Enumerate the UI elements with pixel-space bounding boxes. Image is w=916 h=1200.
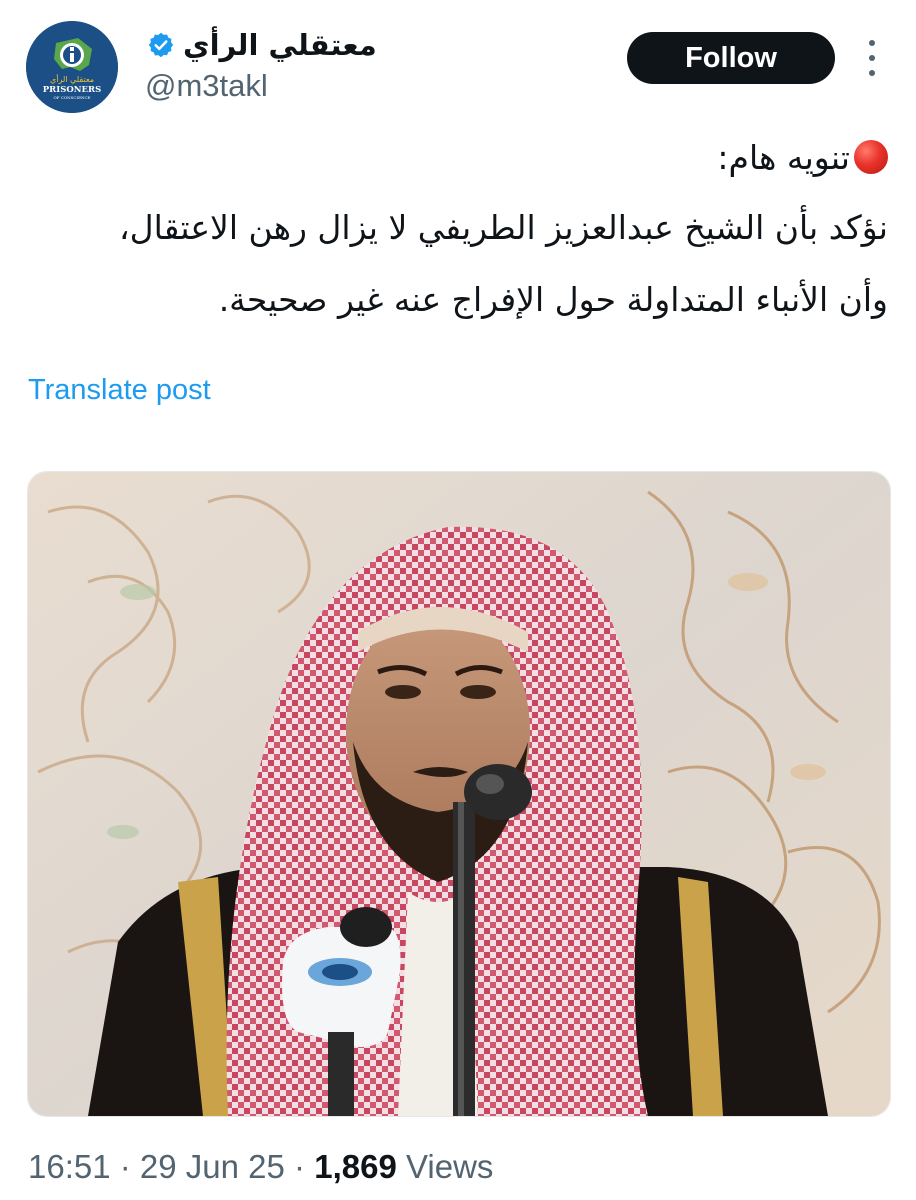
logo-sub-text: OF CONSCIENCE: [54, 95, 91, 100]
more-options-icon[interactable]: [862, 40, 882, 76]
follow-button[interactable]: Follow: [627, 32, 835, 84]
views-count[interactable]: 1,869: [314, 1148, 397, 1185]
logo-arabic-text: معتقلي الرأي: [50, 74, 94, 84]
display-name: معتقلي الرأي: [183, 28, 377, 62]
tweet-line-2: نؤكد بأن الشيخ عبدالعزيز الطريفي لا يزال…: [118, 208, 888, 247]
logo-latin-text: PRISONERS: [43, 85, 101, 95]
tweet-view: معتقلي الرأي PRISONERS OF CONSCIENCE معت…: [0, 0, 916, 1200]
avatar[interactable]: معتقلي الرأي PRISONERS OF CONSCIENCE: [26, 21, 118, 113]
meta-separator: ·: [110, 1148, 140, 1185]
prisoners-of-conscience-logo: معتقلي الرأي PRISONERS OF CONSCIENCE: [26, 21, 118, 113]
tweet-media-photo[interactable]: [27, 471, 891, 1117]
speaker-photo: [28, 472, 890, 1116]
views-label: Views: [396, 1148, 494, 1185]
tweet-time[interactable]: 16:51: [28, 1148, 111, 1185]
tweet-text: تنويه هام: نؤكد بأن الشيخ عبدالعزيز الطر…: [28, 130, 888, 322]
notice-text: تنويه هام:: [717, 138, 850, 177]
tweet-date[interactable]: 29 Jun 25: [140, 1148, 285, 1185]
display-name-row[interactable]: معتقلي الرأي: [147, 28, 377, 62]
red-circle-icon: [854, 140, 888, 174]
meta-separator: ·: [284, 1148, 315, 1185]
verified-badge-icon: [147, 31, 175, 59]
tweet-meta: 16:51 · 29 Jun 25 · 1,869 Views: [28, 1148, 493, 1186]
translate-post-link[interactable]: Translate post: [28, 374, 211, 407]
user-handle[interactable]: @m3takl: [145, 68, 268, 104]
tweet-line-notice: تنويه هام:: [28, 130, 888, 186]
tweet-line-3: وأن الأنباء المتداولة حول الإفراج عنه غي…: [218, 280, 888, 319]
